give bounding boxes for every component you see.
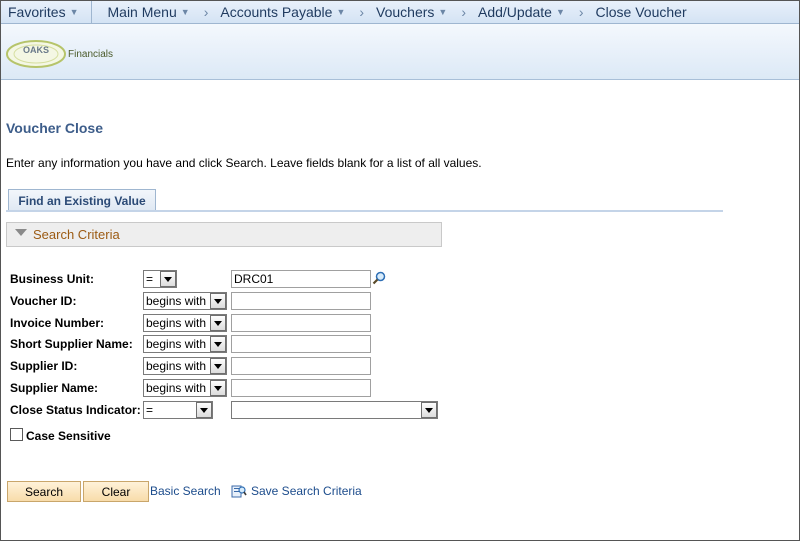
close-status-indicator-label: Close Status Indicator:	[10, 403, 141, 417]
nav-vouchers[interactable]: Vouchers ▼	[370, 4, 453, 20]
nav-close-voucher[interactable]: Close Voucher	[590, 4, 693, 20]
nav-favorites[interactable]: Favorites ▼	[0, 0, 92, 24]
window-border	[0, 0, 800, 541]
nav-main-menu[interactable]: Main Menu ▼	[92, 4, 196, 20]
supplier-id-operator-select[interactable]: begins with	[143, 357, 227, 375]
invoice-number-input[interactable]	[231, 314, 371, 332]
collapse-triangle-icon	[15, 229, 27, 236]
chevron-down-icon	[210, 380, 226, 396]
business-unit-label: Business Unit:	[10, 272, 95, 286]
clear-button[interactable]: Clear	[83, 481, 149, 502]
instructions-text: Enter any information you have and click…	[6, 156, 482, 170]
invoice-number-operator-value: begins with	[146, 316, 207, 330]
close-status-operator-select[interactable]: =	[143, 401, 213, 419]
short-supplier-name-operator-select[interactable]: begins with	[143, 335, 227, 353]
voucher-id-input[interactable]	[231, 292, 371, 310]
supplier-id-input[interactable]	[231, 357, 371, 375]
business-unit-operator-value: =	[146, 272, 154, 286]
magnifier-icon[interactable]	[372, 271, 386, 285]
short-supplier-name-operator-value: begins with	[146, 337, 207, 351]
short-supplier-name-input[interactable]	[231, 335, 371, 353]
close-status-value-select[interactable]	[231, 401, 438, 419]
tab-underline	[6, 210, 723, 212]
nav-main-menu-label: Main Menu	[107, 3, 177, 20]
tab-find-existing-value[interactable]: Find an Existing Value	[8, 189, 156, 211]
breadcrumb-separator-icon: ›	[578, 3, 584, 20]
invoice-number-operator-select[interactable]: begins with	[143, 314, 227, 332]
short-supplier-name-label: Short Supplier Name:	[10, 337, 133, 351]
save-search-criteria-link[interactable]: Save Search Criteria	[251, 484, 362, 498]
search-criteria-label: Search Criteria	[33, 227, 120, 242]
voucher-id-operator-select[interactable]: begins with	[143, 292, 227, 310]
supplier-name-operator-select[interactable]: begins with	[143, 379, 227, 397]
chevron-down-icon	[421, 402, 437, 418]
supplier-id-operator-value: begins with	[146, 359, 207, 373]
chevron-down-icon: ▼	[69, 6, 79, 17]
clear-button-label: Clear	[101, 484, 131, 499]
chevron-down-icon	[210, 293, 226, 309]
tab-label: Find an Existing Value	[18, 193, 146, 208]
nav-add-update-label: Add/Update	[478, 3, 552, 20]
chevron-down-icon: ▼	[555, 6, 565, 17]
nav-favorites-label: Favorites	[8, 3, 66, 20]
chevron-down-icon: ▼	[336, 6, 346, 17]
supplier-name-input[interactable]	[231, 379, 371, 397]
breadcrumb-separator-icon: ›	[461, 3, 466, 20]
chevron-down-icon	[160, 271, 176, 287]
chevron-down-icon: ▼	[180, 6, 190, 17]
close-status-operator-value: =	[146, 403, 154, 417]
save-search-icon[interactable]	[231, 483, 247, 499]
case-sensitive-checkbox[interactable]	[10, 428, 23, 441]
business-unit-input[interactable]: DRC01	[231, 270, 371, 288]
top-nav: Favorites ▼ Main Menu ▼ › Accounts Payab…	[0, 0, 800, 24]
invoice-number-label: Invoice Number:	[10, 316, 105, 330]
header-banner: OAKS Financials	[0, 24, 800, 80]
search-button[interactable]: Search	[7, 481, 81, 502]
logo-financials-text: Financials	[68, 49, 113, 60]
oaks-logo: OAKS Financials	[6, 40, 113, 68]
nav-add-update[interactable]: Add/Update ▼	[472, 4, 571, 20]
basic-search-link[interactable]: Basic Search	[150, 484, 221, 498]
voucher-id-operator-value: begins with	[146, 294, 207, 308]
voucher-id-label: Voucher ID:	[10, 294, 77, 308]
nav-close-voucher-label: Close Voucher	[595, 3, 687, 20]
nav-accounts-payable-label: Accounts Payable	[220, 3, 333, 20]
chevron-down-icon	[210, 336, 226, 352]
nav-vouchers-label: Vouchers	[376, 3, 435, 20]
case-sensitive-label: Case Sensitive	[26, 429, 111, 443]
search-criteria-section[interactable]: Search Criteria	[6, 222, 442, 247]
nav-accounts-payable[interactable]: Accounts Payable ▼	[214, 4, 351, 20]
logo-oaks-text: OAKS	[23, 45, 49, 55]
chevron-down-icon	[196, 402, 212, 418]
business-unit-value: DRC01	[234, 272, 274, 286]
chevron-down-icon: ▼	[438, 6, 448, 17]
chevron-down-icon	[210, 358, 226, 374]
chevron-down-icon	[210, 315, 226, 331]
search-button-label: Search	[24, 484, 64, 499]
supplier-name-label: Supplier Name:	[10, 381, 99, 395]
breadcrumb-separator-icon: ›	[359, 3, 365, 20]
page-title: Voucher Close	[6, 120, 103, 136]
supplier-id-label: Supplier ID:	[10, 359, 78, 373]
supplier-name-operator-value: begins with	[146, 381, 207, 395]
breadcrumb-separator-icon: ›	[203, 3, 209, 20]
business-unit-operator-select[interactable]: =	[143, 270, 177, 288]
